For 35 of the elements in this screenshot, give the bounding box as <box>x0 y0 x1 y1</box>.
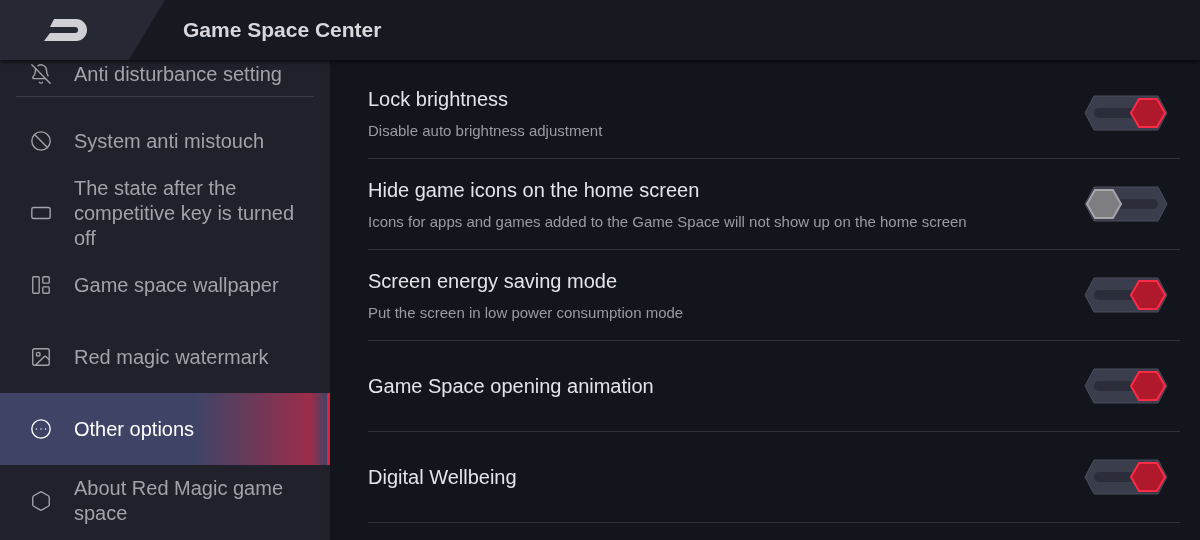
sidebar-item[interactable]: Anti disturbance setting <box>0 60 330 88</box>
sidebar-item[interactable]: Red magic watermark <box>0 321 330 393</box>
wallpaper-icon <box>30 274 52 296</box>
toggle-switch[interactable] <box>1084 277 1168 313</box>
sidebar-label: Anti disturbance setting <box>74 61 282 87</box>
sidebar-item[interactable]: System anti mistouch <box>0 105 330 177</box>
sidebar-item[interactable]: Game space wallpaper <box>0 249 330 321</box>
sidebar-label: About Red Magic game space <box>74 476 284 526</box>
setting-title: Lock brightness <box>368 86 510 112</box>
setting-title: Screen energy saving mode <box>368 268 619 294</box>
back-arrow-icon <box>42 17 90 43</box>
setting-description: Disable auto brightness adjustment <box>368 120 603 141</box>
setting-title: Digital Wellbeing <box>368 465 517 490</box>
sidebar-label: Other options <box>74 416 195 442</box>
toggle-switch[interactable] <box>1084 459 1168 495</box>
setting-title: Game Space opening animation <box>368 374 654 399</box>
back-button[interactable] <box>0 0 165 60</box>
sidebar-item[interactable]: The state after the competitive key is turned off <box>0 177 330 249</box>
sidebar-label: System anti mistouch <box>74 128 265 154</box>
toggle-switch[interactable] <box>1084 368 1168 404</box>
no-touch-icon <box>30 130 52 152</box>
setting-description: Icons for apps and games added to the Game Space will not show up on the home screen <box>368 211 967 232</box>
bell-off-icon <box>30 63 52 85</box>
image-icon <box>30 346 52 368</box>
sidebar-label: The state after the competitive key is turned off <box>74 175 296 251</box>
toggle-switch[interactable] <box>1084 95 1168 131</box>
sidebar-label: Red magic watermark <box>74 344 269 370</box>
more-icon <box>30 418 52 440</box>
setting-title: Hide game icons on the home screen <box>368 177 701 203</box>
sidebar-label: Game space wallpaper <box>74 272 279 298</box>
setting-description: Put the screen in low power consumption mode <box>368 302 684 323</box>
page-title: Game Space Center <box>183 17 382 44</box>
sidebar-item[interactable]: About Red Magic game space <box>0 465 330 537</box>
toggle-switch[interactable] <box>1084 186 1168 222</box>
sidebar-item[interactable]: Other options <box>0 393 330 465</box>
